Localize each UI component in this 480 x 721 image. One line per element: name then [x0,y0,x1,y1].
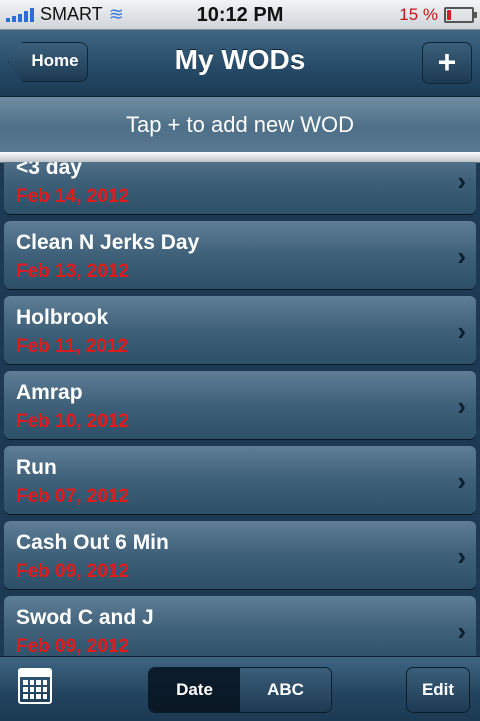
page-title: My WODs [174,44,306,75]
navigation-bar: Home My WODs + [0,30,480,97]
sort-date-button[interactable]: Date [149,668,240,712]
battery-level [447,10,451,20]
wod-date: Feb 11, 2012 [16,336,128,357]
status-right: 15 % [399,5,477,25]
status-bar: SMART ≋ 10:12 PM 15 % [0,0,480,30]
wod-title: Amrap [16,381,83,404]
wod-date: Feb 09, 2012 [16,561,130,582]
wod-list-content: <3 day Feb 14, 2012 › Clean N Jerks Day … [0,162,480,656]
chevron-right-icon: › [457,316,466,346]
wod-list[interactable]: <3 day Feb 14, 2012 › Clean N Jerks Day … [0,162,480,656]
battery-icon [444,7,477,23]
list-item[interactable]: Amrap Feb 10, 2012 › [4,371,476,439]
list-item[interactable]: Clean N Jerks Day Feb 13, 2012 › [4,221,476,289]
sort-abc-button[interactable]: ABC [240,668,331,712]
wod-date: Feb 14, 2012 [16,186,130,207]
list-item[interactable]: Swod C and J Feb 09, 2012 › [4,596,476,656]
chevron-right-icon: › [457,166,466,196]
list-item[interactable]: <3 day Feb 14, 2012 › [4,162,476,214]
chevron-right-icon: › [457,541,466,571]
list-item[interactable]: Run Feb 07, 2012 › [4,446,476,514]
wod-title: Run [16,456,57,479]
list-item[interactable]: Cash Out 6 Min Feb 09, 2012 › [4,521,476,589]
battery-percent: 15 % [399,5,438,24]
wod-title: Holbrook [16,306,109,329]
calendar-icon[interactable] [18,668,52,704]
chevron-right-icon: › [457,466,466,496]
wod-title: Clean N Jerks Day [16,231,200,254]
wod-title: <3 day [16,162,82,179]
wod-date: Feb 10, 2012 [16,411,130,432]
sort-segmented-control[interactable]: Date ABC [148,667,332,713]
edit-button[interactable]: Edit [406,667,470,713]
chevron-right-icon: › [457,241,466,271]
add-hint-banner: Tap + to add new WOD [0,97,480,153]
wod-date: Feb 07, 2012 [16,486,130,507]
wod-date: Feb 13, 2012 [16,261,130,282]
wod-title: Swod C and J [16,606,154,629]
list-item[interactable]: Holbrook Feb 11, 2012 › [4,296,476,364]
chevron-right-icon: › [457,391,466,421]
chevron-right-icon: › [457,616,466,646]
bottom-toolbar: Date ABC Edit [0,656,480,721]
wod-date: Feb 09, 2012 [16,636,130,656]
wod-title: Cash Out 6 Min [16,531,169,554]
add-wod-button[interactable]: + [422,42,472,84]
